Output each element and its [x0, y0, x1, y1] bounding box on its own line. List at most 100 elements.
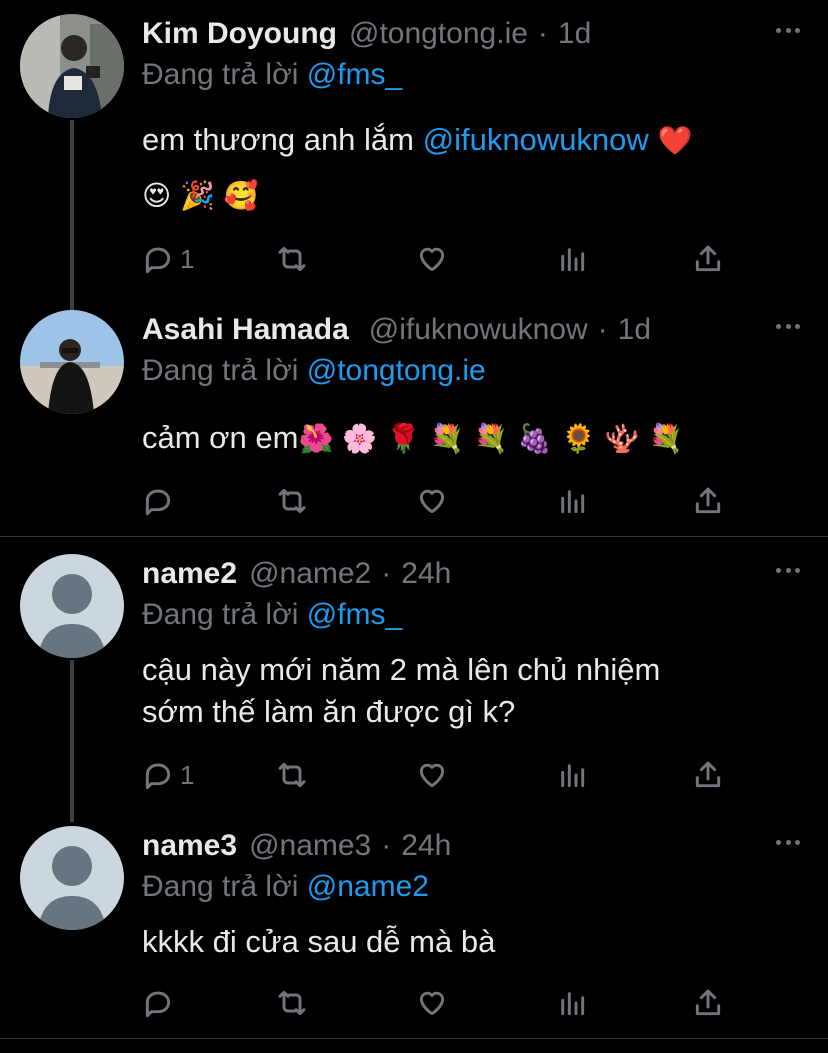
divider: [0, 536, 828, 537]
reply-button[interactable]: 1: [142, 242, 194, 276]
reply-icon: [145, 763, 171, 790]
heart-emoji: ❤️: [648, 124, 693, 157]
separator-dot: ·: [381, 557, 392, 590]
reply-icon: [145, 247, 171, 274]
retweet-button[interactable]: [276, 986, 308, 1020]
tweet[interactable]: Kim Doyoung @tongtong.ie · 1d Đang trả l…: [0, 14, 828, 304]
tweet-text: cảm ơn em🌺 🌸 🌹 💐 💐 🍇 🌻 🪸 💐: [142, 416, 683, 461]
reply-count: 1: [180, 759, 195, 790]
action-bar: [142, 986, 728, 1020]
separator-dot: ·: [537, 17, 548, 50]
tweet-text-line: em thương anh lắm: [142, 122, 423, 157]
share-icon: [695, 761, 721, 788]
avatar[interactable]: [20, 310, 124, 414]
username[interactable]: @name2: [249, 557, 371, 591]
action-bar: 1: [142, 242, 728, 276]
tweet-text-line: cậu này mới năm 2 mà lên chủ nhiệm: [142, 652, 661, 687]
share-button[interactable]: [692, 986, 724, 1020]
heart-icon: [419, 763, 445, 788]
avatar[interactable]: [20, 14, 124, 118]
reply-count: 1: [180, 243, 195, 274]
share-button[interactable]: [692, 242, 724, 276]
retweet-button[interactable]: [276, 484, 308, 518]
action-bar: 1: [142, 758, 728, 792]
reply-to-mention[interactable]: @fms_: [307, 598, 402, 631]
like-button[interactable]: [416, 758, 448, 792]
replying-to: Đang trả lời @name2: [142, 870, 429, 904]
display-name[interactable]: Asahi Hamada: [142, 313, 349, 347]
tweet-header: Kim Doyoung @tongtong.ie · 1d: [142, 14, 591, 54]
timestamp[interactable]: 1d: [618, 313, 651, 347]
more-options-icon[interactable]: [776, 324, 800, 332]
analytics-icon: [561, 992, 585, 1016]
tweet-header: Asahi Hamada @ifuknowuknow · 1d: [142, 310, 651, 350]
avatar[interactable]: [20, 826, 124, 930]
analytics-button[interactable]: [556, 758, 588, 792]
more-options-icon[interactable]: [776, 28, 800, 36]
text-mention[interactable]: @ifuknowuknow: [423, 122, 649, 157]
analytics-icon: [561, 764, 585, 788]
action-bar: [142, 484, 728, 518]
separator-dot: ·: [597, 313, 608, 346]
tweet-emoji-line: 😍 🎉 🥰: [142, 179, 259, 212]
tweet[interactable]: Asahi Hamada @ifuknowuknow · 1d Đang trả…: [0, 310, 828, 530]
reply-to-mention[interactable]: @fms_: [307, 58, 402, 91]
retweet-icon: [278, 246, 306, 272]
replying-to: Đang trả lời @fms_: [142, 598, 402, 632]
like-button[interactable]: [416, 986, 448, 1020]
replying-to: Đang trả lời @fms_: [142, 58, 402, 92]
reply-button[interactable]: [142, 484, 180, 518]
timestamp[interactable]: 24h: [401, 829, 451, 863]
more-options-icon[interactable]: [776, 568, 800, 576]
reply-to-mention[interactable]: @name2: [307, 870, 429, 903]
replying-label: Đang trả lời: [142, 354, 299, 387]
analytics-button[interactable]: [556, 484, 588, 518]
reply-icon: [145, 991, 171, 1018]
heart-icon: [419, 991, 445, 1016]
timestamp[interactable]: 1d: [558, 17, 591, 51]
retweet-button[interactable]: [276, 758, 308, 792]
display-name[interactable]: name3: [142, 829, 237, 863]
share-icon: [695, 245, 721, 272]
tweet[interactable]: name2 @name2 · 24h Đang trả lời @fms_ cậ…: [0, 554, 828, 804]
tweet[interactable]: name3 @name3 · 24h Đang trả lời @name2 k…: [0, 826, 828, 1026]
flower-emojis: 🌺 🌸 🌹 💐 💐 🍇 🌻 🪸 💐: [298, 422, 684, 455]
separator-dot: ·: [381, 829, 392, 862]
retweet-icon: [278, 990, 306, 1016]
reply-icon: [145, 489, 171, 516]
tweet-header: name3 @name3 · 24h: [142, 826, 451, 866]
timestamp[interactable]: 24h: [401, 557, 451, 591]
analytics-button[interactable]: [556, 986, 588, 1020]
share-button[interactable]: [692, 484, 724, 518]
heart-icon: [419, 489, 445, 514]
share-button[interactable]: [692, 758, 724, 792]
analytics-icon: [561, 248, 585, 272]
share-icon: [695, 989, 721, 1016]
reply-to-mention[interactable]: @tongtong.ie: [307, 354, 486, 387]
username[interactable]: @ifuknowuknow: [369, 313, 588, 347]
retweet-icon: [278, 762, 306, 788]
tweet-header: name2 @name2 · 24h: [142, 554, 451, 594]
display-name[interactable]: Kim Doyoung: [142, 17, 337, 51]
tweet-text: em thương anh lắm @ifuknowuknow ❤️: [142, 118, 693, 163]
tweet-text-line: cảm ơn em: [142, 420, 299, 455]
retweet-button[interactable]: [276, 242, 308, 276]
like-button[interactable]: [416, 484, 448, 518]
replying-to: Đang trả lời @tongtong.ie: [142, 354, 486, 388]
reply-button[interactable]: 1: [142, 758, 194, 792]
tweet-text-line: sớm thế làm ăn được gì k?: [142, 694, 516, 729]
username[interactable]: @tongtong.ie: [349, 17, 528, 51]
username[interactable]: @name3: [249, 829, 371, 863]
avatar[interactable]: [20, 554, 124, 658]
like-button[interactable]: [416, 242, 448, 276]
replying-label: Đang trả lời: [142, 870, 299, 903]
display-name[interactable]: name2: [142, 557, 237, 591]
share-icon: [695, 487, 721, 514]
tweet-text-line: kkkk đi cửa sau dễ mà bà: [142, 924, 496, 959]
analytics-icon: [561, 490, 585, 514]
replying-label: Đang trả lời: [142, 598, 299, 631]
reply-button[interactable]: [142, 986, 180, 1020]
more-options-icon[interactable]: [776, 840, 800, 848]
divider: [0, 1038, 828, 1039]
analytics-button[interactable]: [556, 242, 588, 276]
